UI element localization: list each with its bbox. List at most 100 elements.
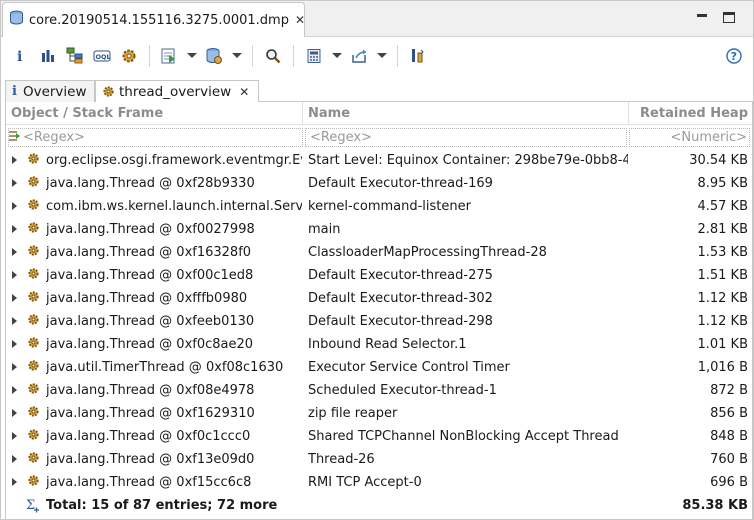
thread-name-cell: Default Executor-thread-169: [308, 176, 493, 191]
column-header-retained-heap[interactable]: Retained Heap: [629, 102, 752, 125]
close-icon[interactable]: ✕: [295, 14, 305, 26]
info-icon[interactable]: i: [10, 46, 30, 66]
thread-name-cell: kernel-command-listener: [308, 199, 471, 214]
help-icon[interactable]: ?: [724, 46, 744, 66]
table-row[interactable]: java.lang.Thread @ 0xf13e09d0 Thread-26 76…: [6, 448, 752, 471]
expand-arrow-icon[interactable]: [12, 340, 17, 348]
thread-name-cell: Default Executor-thread-298: [308, 314, 493, 329]
tab-overview[interactable]: i Overview: [5, 80, 95, 102]
expand-arrow-icon[interactable]: [12, 271, 17, 279]
table-row[interactable]: java.lang.Thread @ 0xfeeb0130 Default Exe…: [6, 310, 752, 333]
editor-tab-title: core.20190514.155116.3275.0001.dmp: [29, 12, 289, 28]
object-cell: java.lang.Thread @ 0xf1629310: [46, 406, 255, 421]
table-row[interactable]: java.lang.Thread @ 0xf00c1ed8 Default Exe…: [6, 264, 752, 287]
svg-text:OQL: OQL: [96, 53, 111, 61]
column-header-name[interactable]: Name: [303, 102, 629, 125]
svg-text:Σ: Σ: [26, 498, 35, 513]
column-header-object[interactable]: Object / Stack Frame: [6, 102, 303, 125]
expand-arrow-icon[interactable]: [12, 432, 17, 440]
retained-heap-cell: 30.54 KB: [689, 153, 748, 168]
table-row[interactable]: java.lang.Thread @ 0xf0c8ae20 Inbound Rea…: [6, 333, 752, 356]
thread-name-cell: Shared TCPChannel NonBlocking Accept Thr…: [308, 429, 619, 444]
sum-icon: Σ: [26, 497, 40, 518]
editor-tab-dump[interactable]: core.20190514.155116.3275.0001.dmp ✕: [2, 2, 305, 37]
heap-dump-icon[interactable]: [204, 46, 224, 66]
group-by-icon[interactable]: [408, 46, 428, 66]
thread-name-cell: Default Executor-thread-302: [308, 291, 493, 306]
expand-arrow-icon[interactable]: [12, 179, 17, 187]
object-cell: java.lang.Thread @ 0xf13e09d0: [46, 452, 255, 467]
expand-arrow-icon[interactable]: [12, 202, 17, 210]
dump-file-icon: [9, 10, 24, 30]
expand-arrow-icon[interactable]: [12, 455, 17, 463]
table-row[interactable]: java.util.TimerThread @ 0xf08c1630 Execut…: [6, 356, 752, 379]
retained-heap-cell: 872 B: [710, 383, 748, 398]
thread-name-cell: Inbound Read Selector.1: [308, 337, 467, 352]
calculator-icon[interactable]: [304, 46, 324, 66]
object-cell: java.lang.Thread @ 0xf15cc6c8: [46, 475, 252, 490]
oql-icon[interactable]: OQL: [92, 46, 112, 66]
tab-label: thread_overview: [119, 83, 232, 100]
table-row[interactable]: org.eclipse.osgi.framework.eventmgr.Even…: [6, 149, 752, 172]
minimize-icon[interactable]: [695, 11, 709, 25]
filter-icon: [8, 129, 22, 147]
table-row[interactable]: java.lang.Thread @ 0xf15cc6c8 RMI TCP Acc…: [6, 471, 752, 494]
thread-icon: [27, 474, 40, 491]
chevron-down-icon[interactable]: [187, 53, 197, 58]
thread-name-cell: zip file reaper: [308, 406, 398, 421]
heap-filter-input[interactable]: <Numeric>: [629, 128, 750, 147]
thread-overview-icon[interactable]: [119, 46, 139, 66]
thread-icon: [27, 451, 40, 468]
close-icon[interactable]: ✕: [239, 86, 249, 98]
retained-heap-cell: 8.95 KB: [697, 176, 748, 191]
dominator-tree-icon[interactable]: [65, 46, 85, 66]
tab-label: Overview: [22, 83, 87, 100]
chevron-down-icon[interactable]: [332, 53, 342, 58]
thread-icon: [27, 290, 40, 307]
expand-arrow-icon[interactable]: [12, 317, 17, 325]
expand-arrow-icon[interactable]: [12, 409, 17, 417]
object-cell: java.lang.Thread @ 0xf16328f0: [46, 245, 252, 260]
retained-heap-cell: 848 B: [710, 429, 748, 444]
total-label[interactable]: Total: 15 of 87 entries; 72 more: [46, 494, 302, 517]
total-retained-heap: 85.38 KB: [682, 498, 748, 513]
thread-icon: [27, 382, 40, 399]
expand-arrow-icon[interactable]: [12, 294, 17, 302]
table-row[interactable]: java.lang.Thread @ 0xf0027998 main 2.81 KB: [6, 218, 752, 241]
expand-arrow-icon[interactable]: [12, 225, 17, 233]
table-row[interactable]: java.lang.Thread @ 0xf16328f0 Classloader…: [6, 241, 752, 264]
expand-arrow-icon[interactable]: [12, 156, 17, 164]
object-cell: java.lang.Thread @ 0xfffb0980: [46, 291, 248, 306]
retained-heap-cell: 1.01 KB: [697, 337, 748, 352]
view-tab-bar: i Overview thread_overview ✕: [5, 80, 753, 103]
run-report-icon[interactable]: [159, 46, 179, 66]
retained-heap-cell: 696 B: [710, 475, 748, 490]
table-row[interactable]: java.lang.Thread @ 0xfffb0980 Default Exe…: [6, 287, 752, 310]
table-row[interactable]: com.ibm.ws.kernel.launch.internal.Server…: [6, 195, 752, 218]
table-row[interactable]: java.lang.Thread @ 0xf0c1ccc0 Shared TCPC…: [6, 425, 752, 448]
retained-heap-cell: 4.57 KB: [697, 199, 748, 214]
name-filter-input[interactable]: <Regex>: [305, 128, 627, 147]
expand-arrow-icon[interactable]: [12, 478, 17, 486]
histogram-icon[interactable]: [38, 46, 58, 66]
expand-arrow-icon[interactable]: [12, 248, 17, 256]
table-row[interactable]: java.lang.Thread @ 0xf08e4978 Scheduled E…: [6, 379, 752, 402]
expand-arrow-icon[interactable]: [12, 363, 17, 371]
object-filter-input[interactable]: <Regex>: [8, 128, 303, 147]
thread-name-cell: Thread-26: [308, 452, 375, 467]
expand-arrow-icon[interactable]: [12, 386, 17, 394]
total-row: Σ Total: 15 of 87 entries; 72 more 85.38…: [6, 494, 752, 517]
table-row[interactable]: java.lang.Thread @ 0xf1629310 zip file re…: [6, 402, 752, 425]
thread-name-cell: Executor Service Control Timer: [308, 360, 510, 375]
table-row[interactable]: java.lang.Thread @ 0xf28b9330 Default Exe…: [6, 172, 752, 195]
export-icon[interactable]: [350, 46, 370, 66]
retained-heap-cell: 856 B: [710, 406, 748, 421]
tab-thread-overview[interactable]: thread_overview ✕: [95, 80, 259, 103]
maximize-icon[interactable]: [723, 12, 735, 23]
chevron-down-icon[interactable]: [377, 53, 387, 58]
filter-row: <Regex> <Regex> <Numeric>: [6, 126, 752, 148]
retained-heap-cell: 1.53 KB: [697, 245, 748, 260]
chevron-down-icon[interactable]: [232, 53, 242, 58]
thread-icon: [27, 336, 40, 353]
search-icon[interactable]: [263, 46, 283, 66]
